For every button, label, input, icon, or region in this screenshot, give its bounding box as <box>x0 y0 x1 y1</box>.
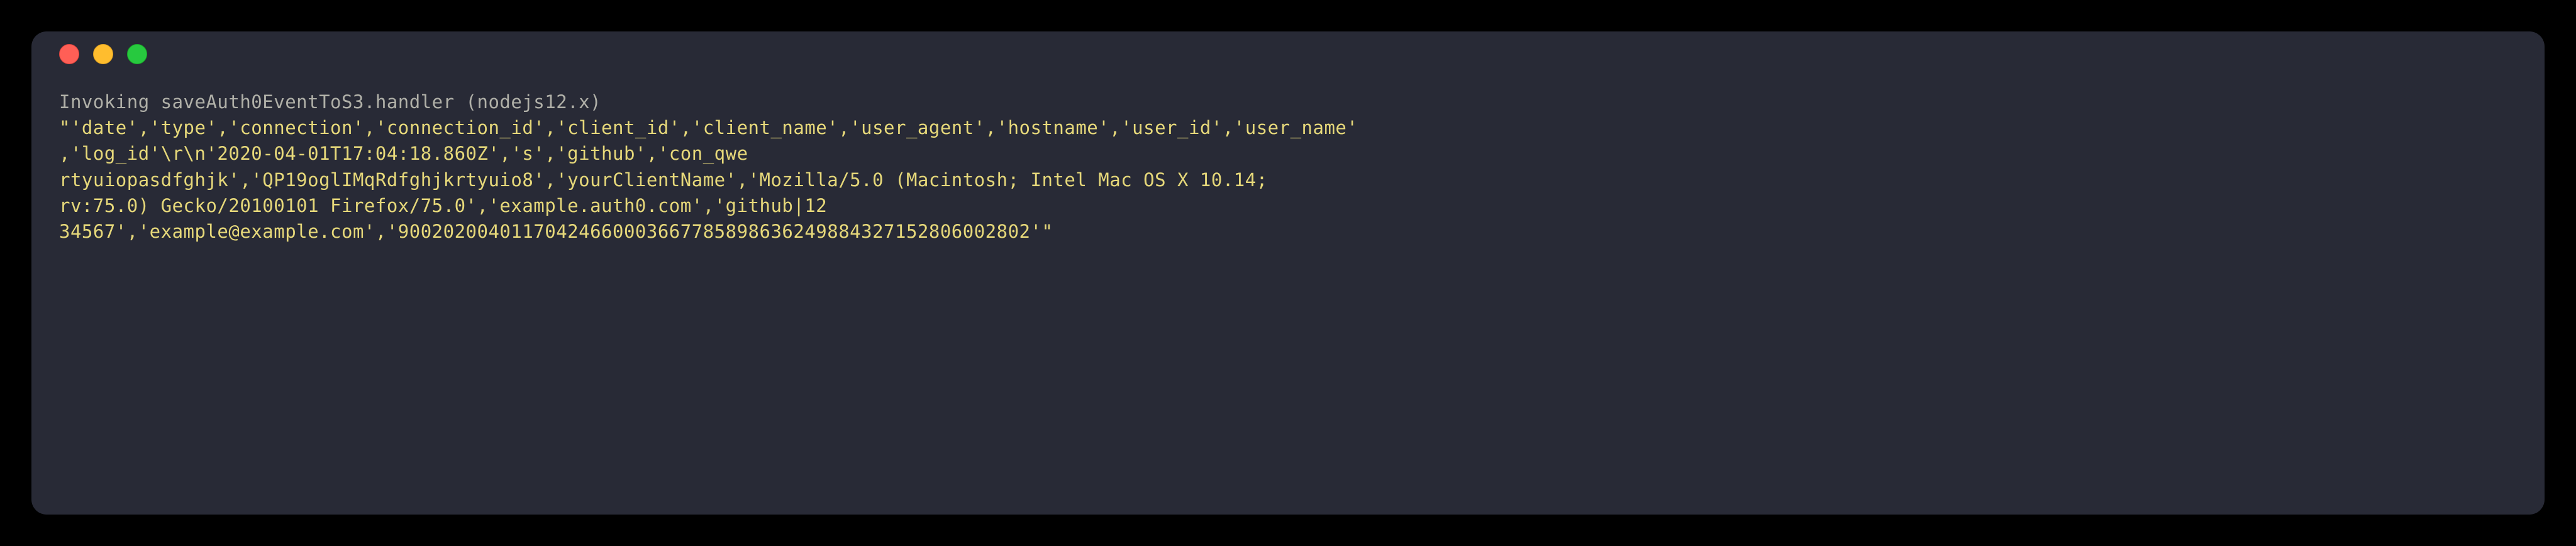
output-line-3: rtyuiopasdfghjk','QP19oglIMqRdfghjkrtyui… <box>59 167 2517 193</box>
maximize-icon[interactable] <box>127 44 147 64</box>
output-line-5: 34567','example@example.com','9002020040… <box>59 219 2517 245</box>
output-line-1: "'date','type','connection','connection_… <box>59 115 2517 141</box>
close-icon[interactable] <box>59 44 79 64</box>
titlebar <box>31 31 2545 77</box>
output-line-4: rv:75.0) Gecko/20100101 Firefox/75.0','e… <box>59 193 2517 219</box>
terminal-window: Invoking saveAuth0EventToS3.handler (nod… <box>31 31 2545 515</box>
output-line-2: ,'log_id'\r\n'2020-04-01T17:04:18.860Z',… <box>59 141 2517 167</box>
terminal-content: Invoking saveAuth0EventToS3.handler (nod… <box>31 77 2545 272</box>
minimize-icon[interactable] <box>93 44 113 64</box>
invoke-line: Invoking saveAuth0EventToS3.handler (nod… <box>59 89 2517 115</box>
